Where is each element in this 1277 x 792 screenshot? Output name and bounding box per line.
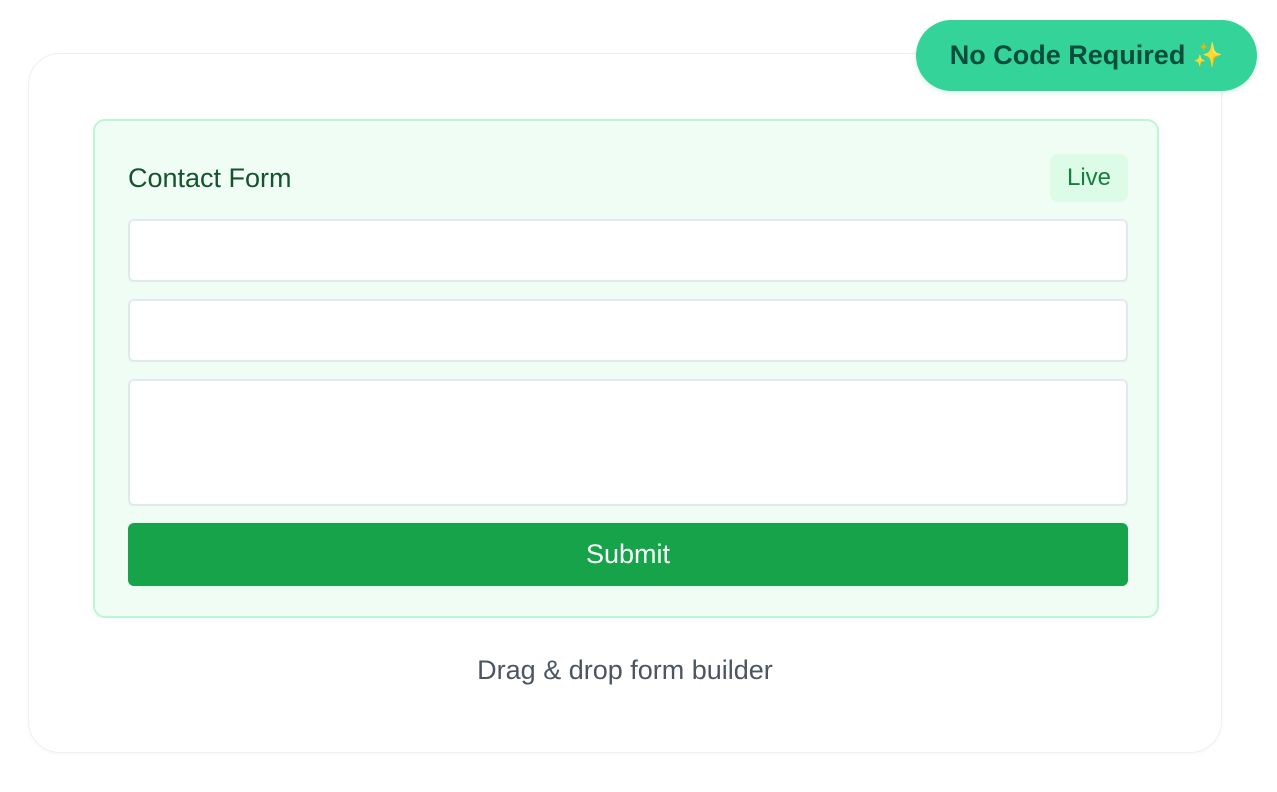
sparkles-icon: ✨ (1193, 42, 1224, 69)
form-textarea[interactable] (128, 379, 1128, 506)
page: No Code Required ✨ Contact Form Live Sub… (0, 0, 1277, 792)
badge-label: No Code Required (949, 40, 1186, 70)
form-preview-panel: Contact Form Live Submit (93, 119, 1159, 618)
no-code-badge: No Code Required ✨ (916, 20, 1257, 91)
submit-button[interactable]: Submit (128, 523, 1128, 586)
form-field-2[interactable] (128, 299, 1128, 362)
form-field-1[interactable] (128, 219, 1128, 282)
status-badge: Live (1050, 154, 1128, 202)
form-title: Contact Form (128, 163, 292, 193)
caption: Drag & drop form builder (477, 655, 773, 685)
